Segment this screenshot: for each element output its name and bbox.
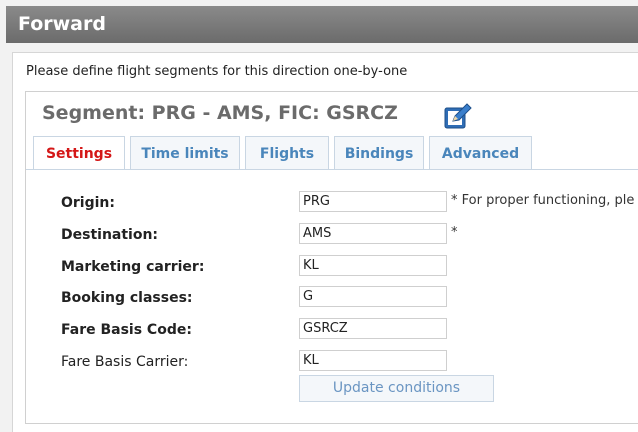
tab-settings-label: Settings (45, 146, 113, 162)
edit-icon[interactable] (443, 102, 473, 130)
intro-text: Please define flight segments for this d… (26, 64, 408, 79)
booking-classes-label: Booking classes: (61, 290, 193, 306)
page-title: Forward (18, 13, 106, 35)
fare-basis-carrier-input[interactable] (299, 350, 447, 371)
tab-bindings[interactable]: Bindings (334, 136, 424, 170)
fare-basis-carrier-label: Fare Basis Carrier: (61, 354, 189, 370)
tab-advanced-label: Advanced (441, 146, 520, 162)
segment-box: Segment: PRG - AMS, FIC: GSRCZ Settings … (25, 91, 638, 424)
fare-basis-code-label: Fare Basis Code: (61, 322, 192, 338)
marketing-carrier-input[interactable] (299, 255, 447, 276)
marketing-carrier-label: Marketing carrier: (61, 259, 205, 275)
tab-flights-label: Flights (259, 146, 315, 162)
destination-hint: * (451, 225, 458, 240)
tab-time-limits-label: Time limits (141, 146, 229, 162)
destination-label: Destination: (61, 227, 159, 243)
update-conditions-button[interactable]: Update conditions (299, 375, 494, 402)
segment-title: Segment: PRG - AMS, FIC: GSRCZ (42, 102, 398, 124)
tab-bindings-label: Bindings (344, 146, 414, 162)
tab-time-limits[interactable]: Time limits (130, 136, 240, 170)
page-header: Forward (6, 6, 638, 43)
direction-panel: Please define flight segments for this d… (12, 52, 638, 432)
origin-input[interactable] (299, 191, 447, 212)
tab-settings[interactable]: Settings (33, 136, 125, 170)
segment-tabs: Settings Time limits Flights Bindings Ad… (33, 136, 638, 170)
origin-hint: * For proper functioning, ple (451, 193, 635, 208)
destination-input[interactable] (299, 223, 447, 244)
booking-classes-input[interactable] (299, 286, 447, 307)
origin-label: Origin: (61, 195, 115, 211)
tab-divider (26, 169, 638, 170)
tab-flights[interactable]: Flights (245, 136, 329, 170)
tab-advanced[interactable]: Advanced (429, 136, 532, 170)
fare-basis-code-input[interactable] (299, 318, 447, 339)
